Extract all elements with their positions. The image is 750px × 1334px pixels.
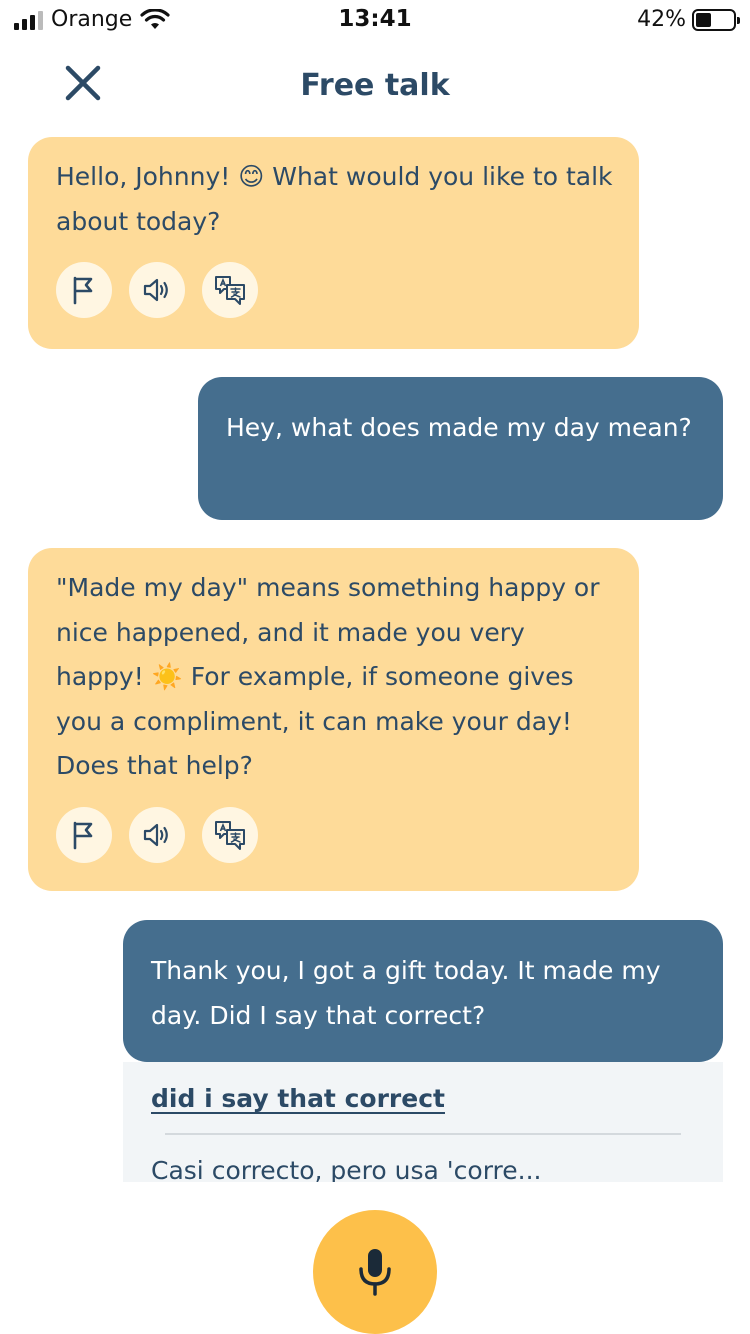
feedback-card[interactable]: did i say that correct Casi correcto, pe… [123, 1062, 723, 1182]
microphone-button[interactable] [313, 1210, 437, 1334]
report-button[interactable] [56, 262, 112, 318]
feedback-link[interactable]: did i say that correct [151, 1084, 445, 1113]
translate-button[interactable] [202, 262, 258, 318]
flag-icon [73, 821, 93, 849]
divider [165, 1133, 681, 1135]
bot-message: "Made my day" means something happy or n… [28, 548, 639, 891]
play-audio-button[interactable] [129, 806, 185, 863]
battery-percent: 42% [637, 7, 686, 32]
page-title: Free talk [300, 68, 450, 103]
flag-icon [73, 276, 93, 305]
play-audio-button[interactable] [129, 262, 185, 318]
battery-fill [696, 12, 712, 27]
user-message-text: Thank you, I got a gift today. It made m… [151, 956, 661, 1030]
translate-icon [215, 820, 245, 850]
speaker-icon [143, 823, 168, 846]
microphone-icon [359, 1249, 391, 1296]
speaker-icon [143, 278, 168, 302]
translate-button[interactable] [202, 806, 258, 863]
bot-message-text: "Made my day" means something happy or n… [56, 573, 600, 780]
user-message-text: Hey, what does made my day mean? [226, 413, 692, 442]
translate-icon [215, 276, 245, 305]
user-message: Thank you, I got a gift today. It made m… [123, 920, 723, 1062]
message-actions [56, 806, 619, 863]
report-button[interactable] [56, 806, 112, 863]
bot-message-text: Hello, Johnny! 😊 What would you like to … [56, 162, 613, 236]
message-actions [56, 262, 619, 318]
status-right: 42% [637, 7, 740, 32]
status-bar: Orange 13:41 42% [0, 0, 750, 42]
user-message: Hey, what does made my day mean? [198, 377, 723, 520]
bot-message: Hello, Johnny! 😊 What would you like to … [28, 137, 639, 349]
feedback-preview: Casi correcto, pero usa 'corre... [151, 1156, 542, 1182]
battery-icon [692, 8, 740, 31]
